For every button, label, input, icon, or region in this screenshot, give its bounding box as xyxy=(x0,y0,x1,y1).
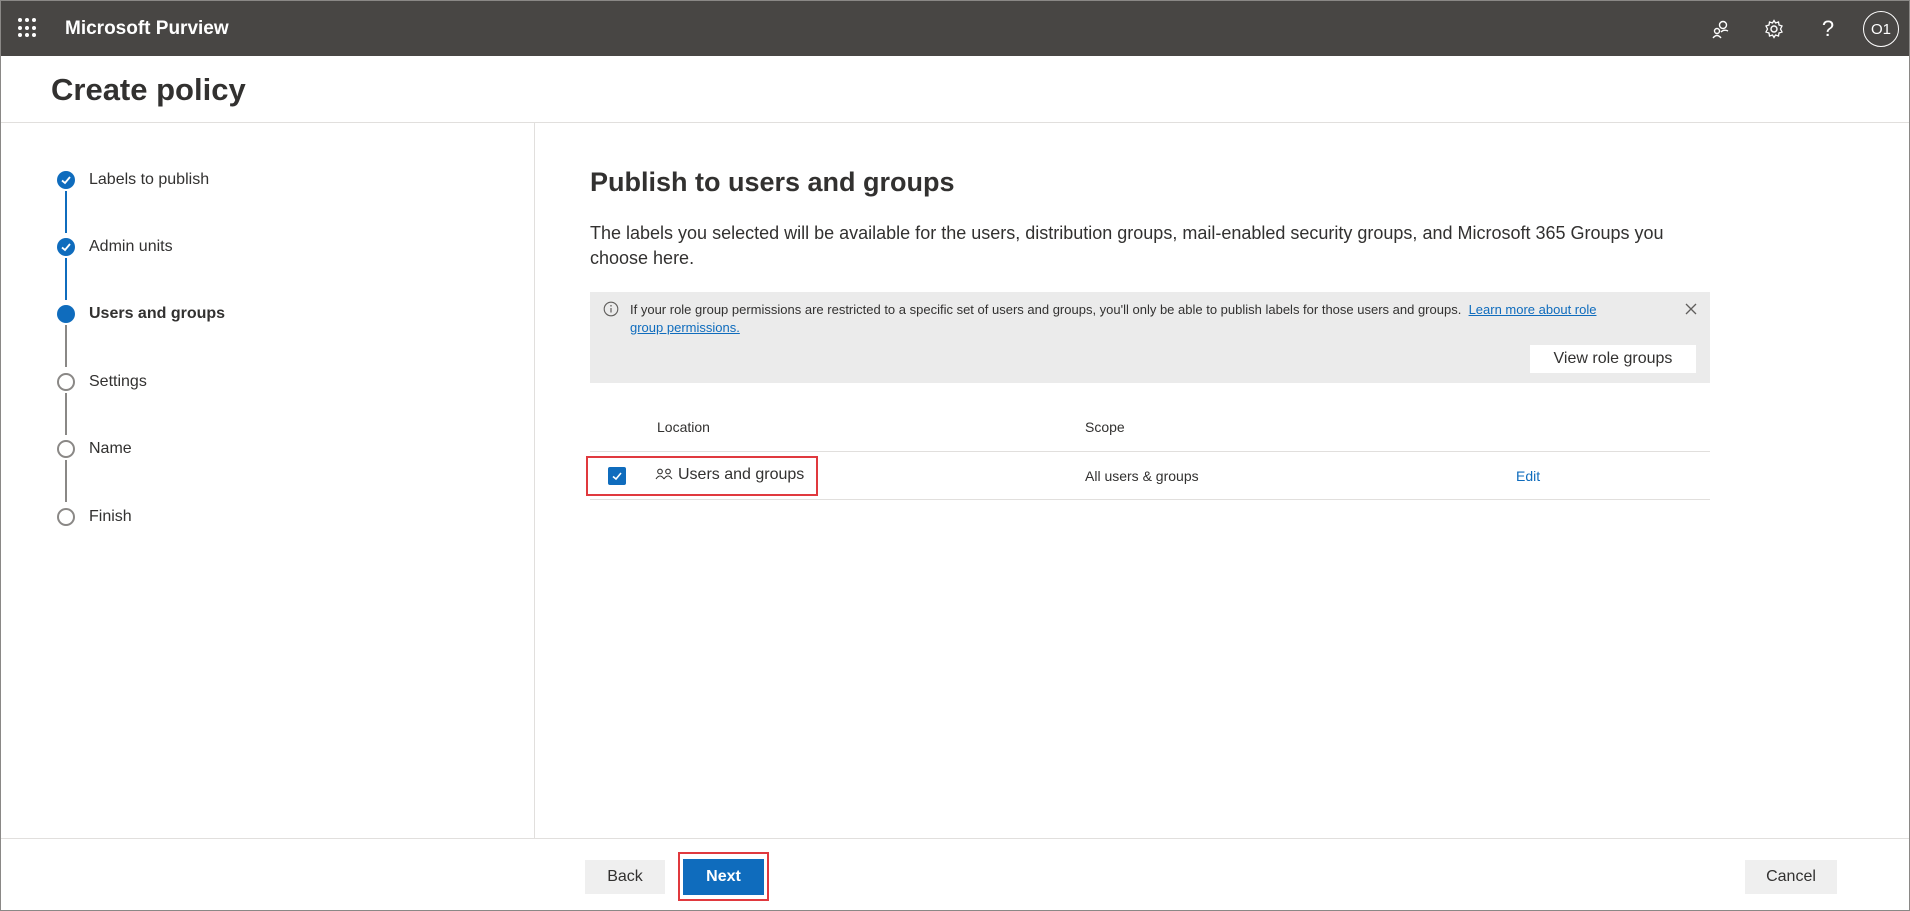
step-labels-to-publish[interactable]: Labels to publish xyxy=(57,168,209,192)
page-title: Create policy xyxy=(51,72,246,107)
gear-icon[interactable] xyxy=(1760,15,1788,43)
check-icon xyxy=(57,238,75,256)
check-icon xyxy=(57,171,75,189)
step-label: Settings xyxy=(89,373,147,390)
info-message: If your role group permissions are restr… xyxy=(630,302,1462,317)
view-role-groups-button[interactable]: View role groups xyxy=(1530,345,1696,373)
app-title[interactable]: Microsoft Purview xyxy=(65,18,229,40)
step-connector xyxy=(65,191,67,233)
edit-link[interactable]: Edit xyxy=(1516,468,1540,484)
page-header: Create policy xyxy=(1,56,1909,123)
info-text: If your role group permissions are restr… xyxy=(630,301,1630,337)
wizard-stepper: Labels to publish Admin units Users and … xyxy=(1,123,535,838)
info-message-bar: If your role group permissions are restr… xyxy=(590,292,1710,383)
column-header-location[interactable]: Location xyxy=(657,419,710,435)
step-admin-units[interactable]: Admin units xyxy=(57,235,173,259)
column-header-scope[interactable]: Scope xyxy=(1085,419,1125,435)
step-label: Users and groups xyxy=(89,305,226,322)
row-checkbox[interactable] xyxy=(608,467,626,485)
people-icon xyxy=(655,467,673,483)
cancel-button[interactable]: Cancel xyxy=(1745,860,1837,894)
step-label: Finish xyxy=(89,508,132,525)
step-label: Admin units xyxy=(89,238,173,255)
step-name: Name xyxy=(57,437,132,461)
help-icon[interactable]: ? xyxy=(1814,15,1842,43)
back-button[interactable]: Back xyxy=(585,860,665,894)
app-launcher-icon[interactable] xyxy=(18,18,38,38)
pending-step-icon xyxy=(57,440,75,458)
section-title: Publish to users and groups xyxy=(590,167,955,197)
current-step-icon xyxy=(57,305,75,323)
scope-value: All users & groups xyxy=(1085,468,1199,484)
table-row: Users and groups All users & groups Edit xyxy=(586,452,1710,500)
step-label: Labels to publish xyxy=(89,171,210,188)
step-connector xyxy=(65,393,67,435)
step-settings: Settings xyxy=(57,370,147,394)
step-connector xyxy=(65,258,67,300)
step-users-and-groups[interactable]: Users and groups xyxy=(57,302,225,326)
step-connector xyxy=(65,325,67,367)
pending-step-icon xyxy=(57,373,75,391)
wizard-footer: Back Next Cancel xyxy=(1,838,1909,910)
info-icon xyxy=(603,301,619,317)
community-icon[interactable] xyxy=(1707,15,1735,43)
step-label: Name xyxy=(89,440,132,457)
location-name: Users and groups xyxy=(678,466,805,483)
avatar[interactable]: O1 xyxy=(1863,11,1899,47)
step-connector xyxy=(65,460,67,502)
top-bar: Microsoft Purview ? O1 xyxy=(1,1,1909,56)
pending-step-icon xyxy=(57,508,75,526)
close-icon[interactable] xyxy=(1682,300,1700,318)
step-finish: Finish xyxy=(57,505,132,529)
app-frame: Microsoft Purview ? O1 Create policy Lab… xyxy=(0,0,1910,911)
section-description: The labels you selected will be availabl… xyxy=(590,223,1664,268)
next-button[interactable]: Next xyxy=(683,859,764,895)
